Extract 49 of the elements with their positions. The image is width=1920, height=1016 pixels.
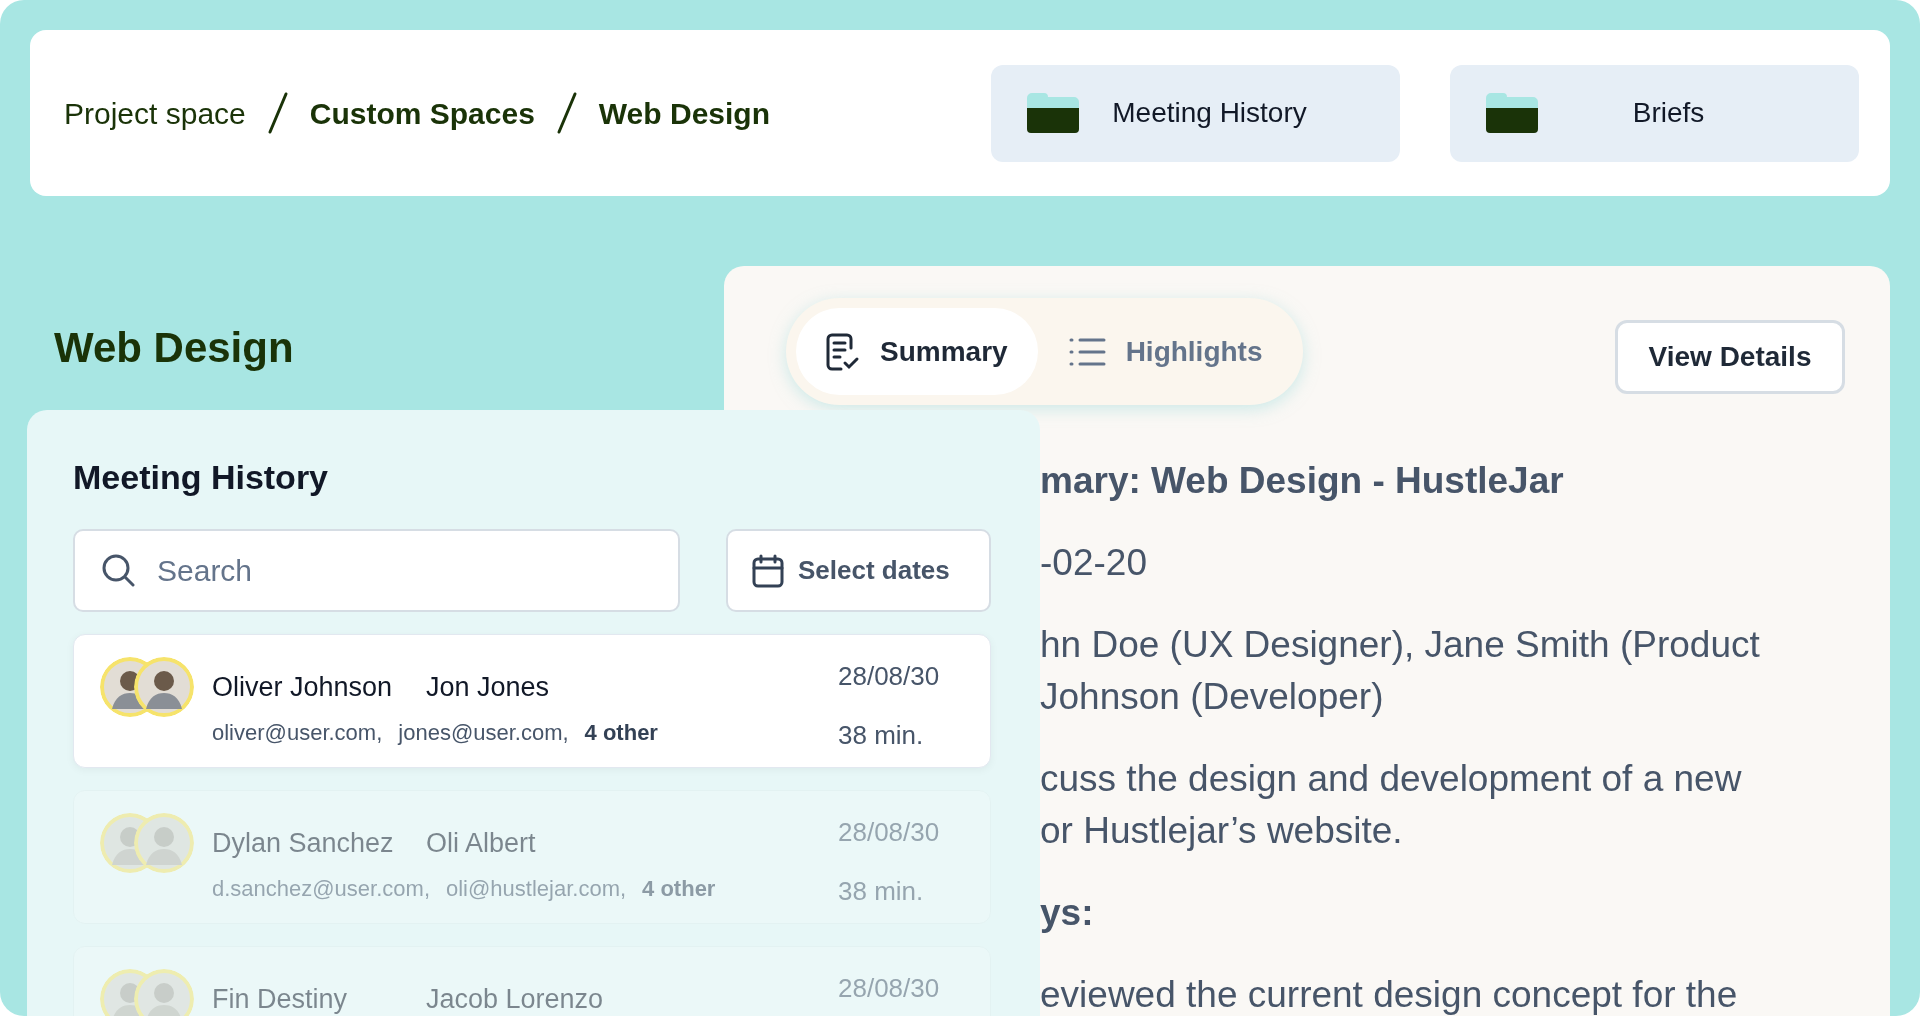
attendee-email: oliver@user.com,: [212, 718, 383, 747]
separator-icon: [267, 92, 288, 134]
folder-icon: [1027, 92, 1079, 134]
avatar: [134, 657, 194, 717]
view-details-button[interactable]: View Details: [1615, 320, 1845, 394]
attendee-name: Dylan Sanchez: [212, 827, 395, 860]
attendee-name: Oli Albert: [426, 827, 536, 860]
attendee-name: Jacob Lorenzo: [426, 983, 604, 1016]
list-icon: [1067, 336, 1106, 367]
calendar-icon: [752, 553, 784, 588]
summary-text: or Hustlejar’s website.: [1040, 810, 1403, 851]
meeting-duration: 38 min.: [838, 719, 925, 752]
avatar: [134, 813, 194, 873]
avatar: [134, 969, 194, 1016]
select-dates-button[interactable]: Select dates: [726, 529, 991, 612]
attendee-email: jones@user.com,: [398, 718, 569, 747]
summary-text: hn Doe (UX Designer), Jane Smith (Product: [1040, 624, 1760, 665]
attendee-email: oli@hustlejar.com,: [446, 874, 627, 903]
folder-icon: [1486, 92, 1538, 134]
meeting-date: 28/08/30: [838, 972, 941, 1005]
meeting-date: 28/08/30: [838, 660, 941, 693]
folder-link[interactable]: Meeting History: [991, 64, 1400, 162]
summary-text: cuss the design and development of a new: [1040, 758, 1742, 799]
other-attendees: 4 other: [584, 718, 658, 747]
search-icon: [101, 553, 135, 587]
summary-text: Johnson (Developer): [1040, 676, 1384, 717]
document-check-icon: [826, 332, 860, 371]
breadcrumb-link[interactable]: Custom Spaces: [309, 90, 535, 136]
summary-text: eviewed the current design concept for the: [1040, 974, 1738, 1015]
meeting-row[interactable]: Oliver Johnson Jon Jones oliver@user.com, jones@user.com, 4 other 28/08/30 38 min.: [73, 634, 991, 768]
attendee-email: d.sanchez@user.com,: [212, 874, 430, 903]
breadcrumb-link[interactable]: Project space: [64, 90, 246, 136]
search-field[interactable]: Search: [73, 529, 680, 612]
folder-link[interactable]: Briefs: [1450, 64, 1859, 162]
tab[interactable]: Summary: [796, 308, 1038, 395]
other-attendees: 4 other: [642, 874, 716, 903]
panel-title: Meeting History: [73, 457, 329, 498]
summary-heading: ys:: [1040, 892, 1094, 933]
breadcrumb-link[interactable]: Web Design: [598, 90, 770, 136]
attendee-name: Oliver Johnson: [212, 671, 394, 704]
meeting-date: 28/08/30: [838, 816, 941, 849]
meeting-duration: 38 min.: [838, 875, 925, 908]
attendee-name: Fin Destiny: [212, 983, 349, 1016]
separator-icon: [556, 92, 577, 134]
tab[interactable]: Highlights: [1037, 308, 1293, 395]
page-title: Web Design: [54, 323, 294, 373]
summary-text: -02-20: [1040, 542, 1147, 583]
summary-heading: mary: Web Design - HustleJar: [1040, 460, 1564, 501]
attendee-name: Jon Jones: [426, 671, 550, 704]
